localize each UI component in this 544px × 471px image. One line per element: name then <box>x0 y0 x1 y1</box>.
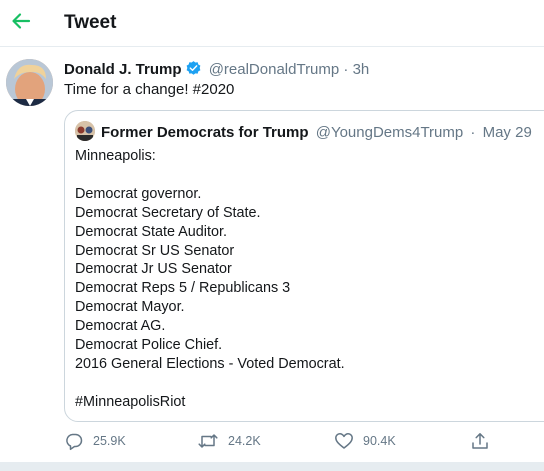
tweet-actions: 25.9K 24.2K 90.4K <box>0 428 544 454</box>
separator-dot: · <box>343 61 349 78</box>
quoted-author-handle[interactable]: @YoungDems4Trump <box>316 124 464 141</box>
quoted-tweet-date[interactable]: May 29 <box>483 124 532 141</box>
tweet-time[interactable]: 3h <box>353 61 370 78</box>
reply-icon <box>66 433 83 451</box>
back-button[interactable] <box>8 8 34 34</box>
quoted-tweet[interactable]: Former Democrats for Trump @YoungDems4Tr… <box>64 110 544 422</box>
author-name[interactable]: Donald J. Trump <box>64 61 182 78</box>
avatar-image <box>6 59 53 106</box>
page-title: Tweet <box>64 12 117 33</box>
heart-icon <box>335 433 353 449</box>
tweet-author: Donald J. Trump @realDonaldTrump · 3h <box>64 60 369 80</box>
tweet-text: Time for a change! #2020 <box>64 81 235 98</box>
section-divider <box>0 462 544 471</box>
arrow-left-icon <box>12 13 31 29</box>
like-button[interactable]: 90.4K <box>334 428 396 454</box>
reply-button[interactable]: 25.9K <box>64 428 126 454</box>
quoted-tweet-text: Minneapolis: Democrat governor. Democrat… <box>75 148 345 410</box>
retweet-icon <box>198 434 218 448</box>
retweet-button[interactable]: 24.2K <box>197 428 261 454</box>
avatar[interactable] <box>6 59 53 106</box>
quoted-avatar <box>75 121 95 141</box>
like-count: 90.4K <box>363 434 396 448</box>
quoted-tweet-author: Former Democrats for Trump @YoungDems4Tr… <box>75 121 532 141</box>
share-button[interactable] <box>470 428 490 454</box>
share-icon <box>472 433 488 449</box>
retweet-count: 24.2K <box>228 434 261 448</box>
separator-dot: · <box>470 124 476 141</box>
quoted-author-name[interactable]: Former Democrats for Trump <box>101 124 309 141</box>
page-header: Tweet <box>0 0 544 47</box>
reply-count: 25.9K <box>93 434 126 448</box>
author-handle[interactable]: @realDonaldTrump <box>209 61 340 78</box>
verified-badge-icon <box>186 61 200 75</box>
